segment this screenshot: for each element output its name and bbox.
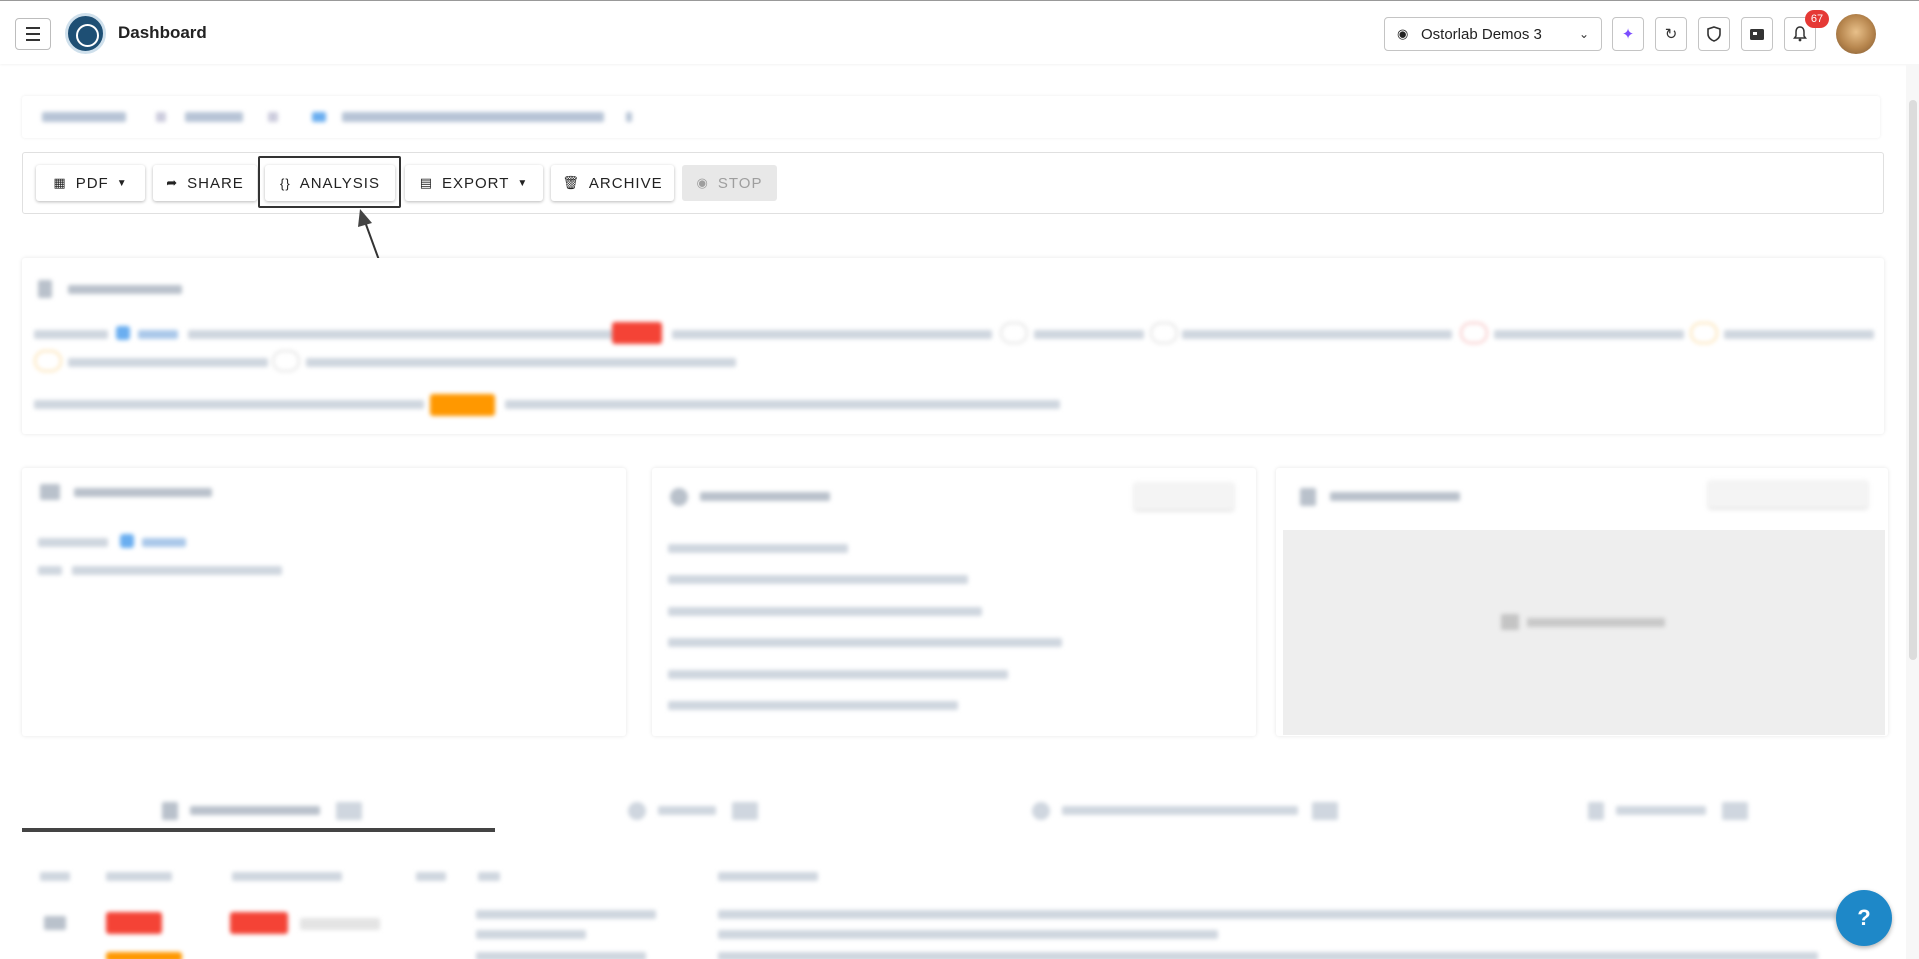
column-header — [718, 872, 818, 881]
risk-badge — [106, 912, 162, 934]
share-button[interactable]: ➦ SHARE — [153, 165, 257, 201]
column-header — [40, 872, 70, 881]
column-header — [416, 872, 446, 881]
tag-chip — [300, 918, 380, 930]
summary-card — [22, 258, 1884, 434]
table-row[interactable] — [44, 916, 66, 930]
page-title: Dashboard — [118, 23, 207, 42]
group-icon: ◉ — [1397, 26, 1409, 41]
table-cell — [718, 952, 1818, 959]
coverage-placeholder — [1283, 530, 1885, 735]
help-icon: ? — [1857, 905, 1871, 930]
table-cell — [476, 952, 646, 959]
platform-icon — [312, 112, 326, 122]
analysis-highlight-box — [258, 156, 401, 208]
table-cell — [718, 930, 1218, 939]
tab-findings[interactable] — [1616, 806, 1706, 815]
stop-circle-icon: ◉ — [696, 175, 709, 190]
table-cell — [476, 910, 656, 919]
column-header — [478, 872, 500, 881]
id-card-button[interactable] — [1741, 17, 1773, 51]
target-application-card — [22, 468, 626, 736]
breadcrumb-item[interactable] — [42, 112, 126, 122]
breadcrumb-separator — [156, 112, 166, 122]
stop-label: STOP — [717, 174, 763, 192]
chevron-down-icon: ⌄ — [1578, 27, 1589, 41]
share-icon: ➦ — [166, 175, 179, 190]
table-cell — [718, 910, 1838, 919]
id-card-icon — [1750, 28, 1764, 40]
document-icon: ▤ — [419, 175, 433, 190]
sync-icon: ↻ — [1664, 26, 1678, 43]
organization-name: Ostorlab Demos 3 — [1421, 25, 1542, 43]
scrollbar-thumb[interactable] — [1909, 100, 1917, 660]
sparkle-icon: ✦ — [1621, 26, 1635, 43]
top-app-bar: Dashboard ◉ Ostorlab Demos 3 ⌄ ✦ ↻ 67 — [0, 0, 1919, 64]
breadcrumb-dropdown[interactable] — [626, 112, 632, 122]
avatar[interactable] — [1836, 14, 1876, 54]
tab-icon — [162, 802, 178, 820]
pdf-button[interactable]: ▦ PDF ▼ — [36, 165, 145, 201]
tab-libraries[interactable] — [1062, 806, 1298, 815]
organization-select[interactable]: ◉ Ostorlab Demos 3 ⌄ — [1384, 17, 1602, 51]
column-header — [232, 872, 342, 881]
pdf-icon: ▦ — [53, 175, 67, 190]
export-button[interactable]: ▤ EXPORT ▼ — [405, 165, 543, 201]
help-button[interactable]: ? — [1836, 890, 1892, 946]
notification-count-badge: 67 — [1805, 10, 1829, 28]
breadcrumb-item[interactable] — [342, 112, 604, 122]
scan-summary-card — [652, 468, 1256, 736]
archive-label: ARCHIVE — [588, 174, 663, 192]
breadcrumb — [22, 96, 1880, 138]
caret-down-icon: ▼ — [116, 177, 128, 189]
tab-tickets[interactable] — [658, 806, 716, 815]
bell-icon — [1793, 26, 1807, 42]
risk-badge — [106, 952, 182, 959]
stop-button[interactable]: ◉ STOP — [682, 165, 777, 201]
caret-down-icon: ▼ — [517, 177, 529, 189]
shield-icon — [1707, 26, 1721, 42]
tab-count — [336, 802, 362, 820]
hamburger-icon — [26, 25, 40, 43]
severity-badge — [230, 912, 288, 934]
active-tab-indicator — [22, 828, 495, 832]
breadcrumb-separator — [268, 112, 278, 122]
share-label: SHARE — [187, 174, 244, 192]
sync-button[interactable]: ↻ — [1655, 17, 1687, 51]
column-header — [106, 872, 172, 881]
table-cell — [476, 930, 586, 939]
security-button[interactable] — [1698, 17, 1730, 51]
export-label: EXPORT — [441, 174, 510, 192]
archive-button[interactable]: 🗑 ARCHIVE — [551, 165, 674, 201]
menu-button[interactable] — [15, 18, 51, 50]
trash-icon: 🗑 — [562, 175, 580, 190]
breadcrumb-item[interactable] — [185, 112, 243, 122]
pdf-label: PDF — [75, 174, 109, 192]
app-logo[interactable] — [65, 13, 106, 54]
ai-assistant-button[interactable]: ✦ — [1612, 17, 1644, 51]
tab-vulnerabilities[interactable] — [190, 806, 320, 815]
